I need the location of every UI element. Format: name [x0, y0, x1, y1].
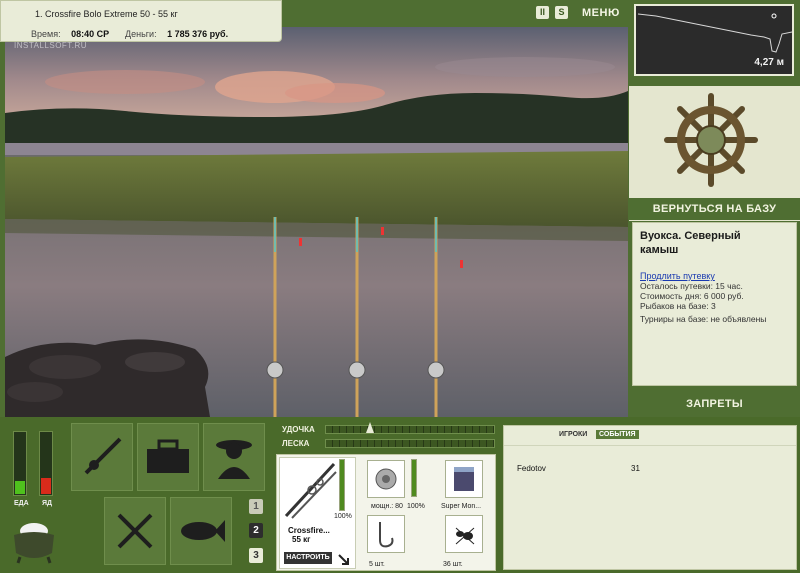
reel-icon [375, 468, 397, 490]
money-row: Деньги: 1 785 376 руб. [125, 29, 228, 39]
players-panel: ИГРОКИ СОБЫТИЯ Fedotov 31 [503, 425, 797, 570]
food-meter [13, 431, 27, 496]
top-controls: II S МЕНЮ [536, 6, 620, 19]
game-root: INSTALLSOFT.RU 1. Crossfire Bolo Extreme… [0, 0, 800, 573]
fish-icon [181, 520, 225, 542]
rod-tension-marker [366, 422, 375, 433]
depth-value: 4,27 м [754, 57, 784, 68]
location-panel: Вуокса. Северный камыш Продлить путевку … [632, 222, 797, 386]
fishing-scene[interactable] [5, 27, 628, 417]
slot-button-3[interactable]: 3 [249, 548, 263, 563]
player-score: 31 [631, 464, 640, 473]
time-row: Время: 08:40 СР [31, 29, 109, 39]
extend-permit-link[interactable]: Продлить путевку [640, 271, 789, 281]
poison-meter [39, 431, 53, 496]
active-rod-label: 1. Crossfire Bolo Extreme 50 - 55 кг [35, 9, 178, 19]
watermark: INSTALLSOFT.RU [14, 41, 88, 50]
food-tile[interactable] [104, 497, 166, 565]
players-tabs: ИГРОКИ СОБЫТИЯ [504, 426, 796, 446]
bait-count: 36 шт. [443, 561, 463, 568]
bait-slot[interactable] [445, 515, 483, 553]
player-row[interactable]: Fedotov 31 [517, 464, 640, 473]
tackle-box-icon [147, 439, 189, 473]
rod-percent: 100% [334, 513, 352, 520]
setup-button[interactable]: НАСТРОИТЬ [284, 552, 332, 564]
hook-count: 5 шт. [369, 561, 385, 568]
rods-tile[interactable] [71, 423, 133, 491]
rod-bar-label: УДОЧКА [282, 425, 315, 434]
food-label: ЕДА [14, 500, 29, 507]
bans-button[interactable]: ЗАПРЕТЫ [629, 392, 800, 416]
arrow-down-right-icon [338, 554, 349, 565]
poison-label: ЯД [42, 500, 53, 507]
permit-left: Осталось путевки: 15 час. [640, 281, 743, 291]
money-label: Деньги: [125, 29, 157, 39]
time-label: Время: [31, 29, 61, 39]
bottom-panel: ЕДА ЯД 1 2 3 УДОЧКА ЛЕСКА Crossfire... 5… [0, 417, 800, 573]
day-cost: Стоимость дня: 6 000 руб. [640, 291, 744, 301]
knife-fork-icon [117, 513, 153, 549]
pause-button[interactable]: II [536, 6, 549, 19]
ship-wheel-icon[interactable] [663, 92, 759, 188]
line-spool-icon [454, 467, 474, 491]
fisherman-tile[interactable] [203, 423, 265, 491]
return-to-base-button[interactable]: ВЕРНУТЬСЯ НА БАЗУ [629, 198, 800, 220]
rod-image [284, 462, 337, 519]
depth-sonar: 4,27 м [634, 4, 794, 76]
info-panel: 1. Crossfire Bolo Extreme 50 - 55 кг Вре… [0, 0, 282, 42]
tab-events[interactable]: СОБЫТИЯ [596, 430, 639, 439]
line-slot[interactable] [445, 460, 483, 498]
money-value: 1 785 376 руб. [167, 29, 229, 39]
anglers-count: Рыбаков на базе: 3 [640, 301, 716, 311]
sound-button[interactable]: S [555, 6, 568, 19]
poison-meter-fill [41, 478, 51, 494]
location-title: Вуокса. Северный камыш [640, 230, 741, 256]
tackle-box-tile[interactable] [137, 423, 199, 491]
food-meter-fill [15, 481, 25, 494]
fish-tile[interactable] [170, 497, 232, 565]
rod-condition-bar [339, 459, 345, 511]
player-name: Fedotov [517, 464, 546, 473]
fisherman-icon [216, 440, 252, 479]
reel-percent: 100% [407, 503, 425, 510]
rod-icon [84, 437, 122, 475]
tackle-panel: Crossfire... 55 кг НАСТРОИТЬ 100% мощн.:… [276, 454, 496, 571]
tournaments-status: Турниры на базе: не объявлены [640, 314, 767, 324]
rod-tension-bar [325, 422, 495, 434]
float-2 [381, 227, 384, 235]
float-1 [299, 238, 302, 246]
float-3 [460, 260, 463, 268]
hook-icon [379, 522, 394, 548]
menu-button[interactable]: МЕНЮ [582, 7, 620, 19]
reel-condition-bar [411, 459, 417, 497]
rod-name: Crossfire... 55 кг [288, 526, 330, 544]
line-tension-bar [325, 439, 495, 448]
tab-players[interactable]: ИГРОКИ [556, 430, 590, 439]
slot-button-2[interactable]: 2 [249, 523, 263, 538]
line-bar-label: ЛЕСКА [282, 439, 310, 448]
reel-power: мощн.: 80 [371, 503, 403, 510]
hook-slot[interactable] [367, 515, 405, 553]
ant-bait-icon [455, 527, 475, 545]
cauldron-icon[interactable] [8, 513, 60, 565]
time-value: 08:40 СР [71, 29, 110, 39]
line-name: Super Mon... [441, 503, 482, 510]
reel-slot[interactable] [367, 460, 405, 498]
slot-button-1[interactable]: 1 [249, 499, 263, 514]
